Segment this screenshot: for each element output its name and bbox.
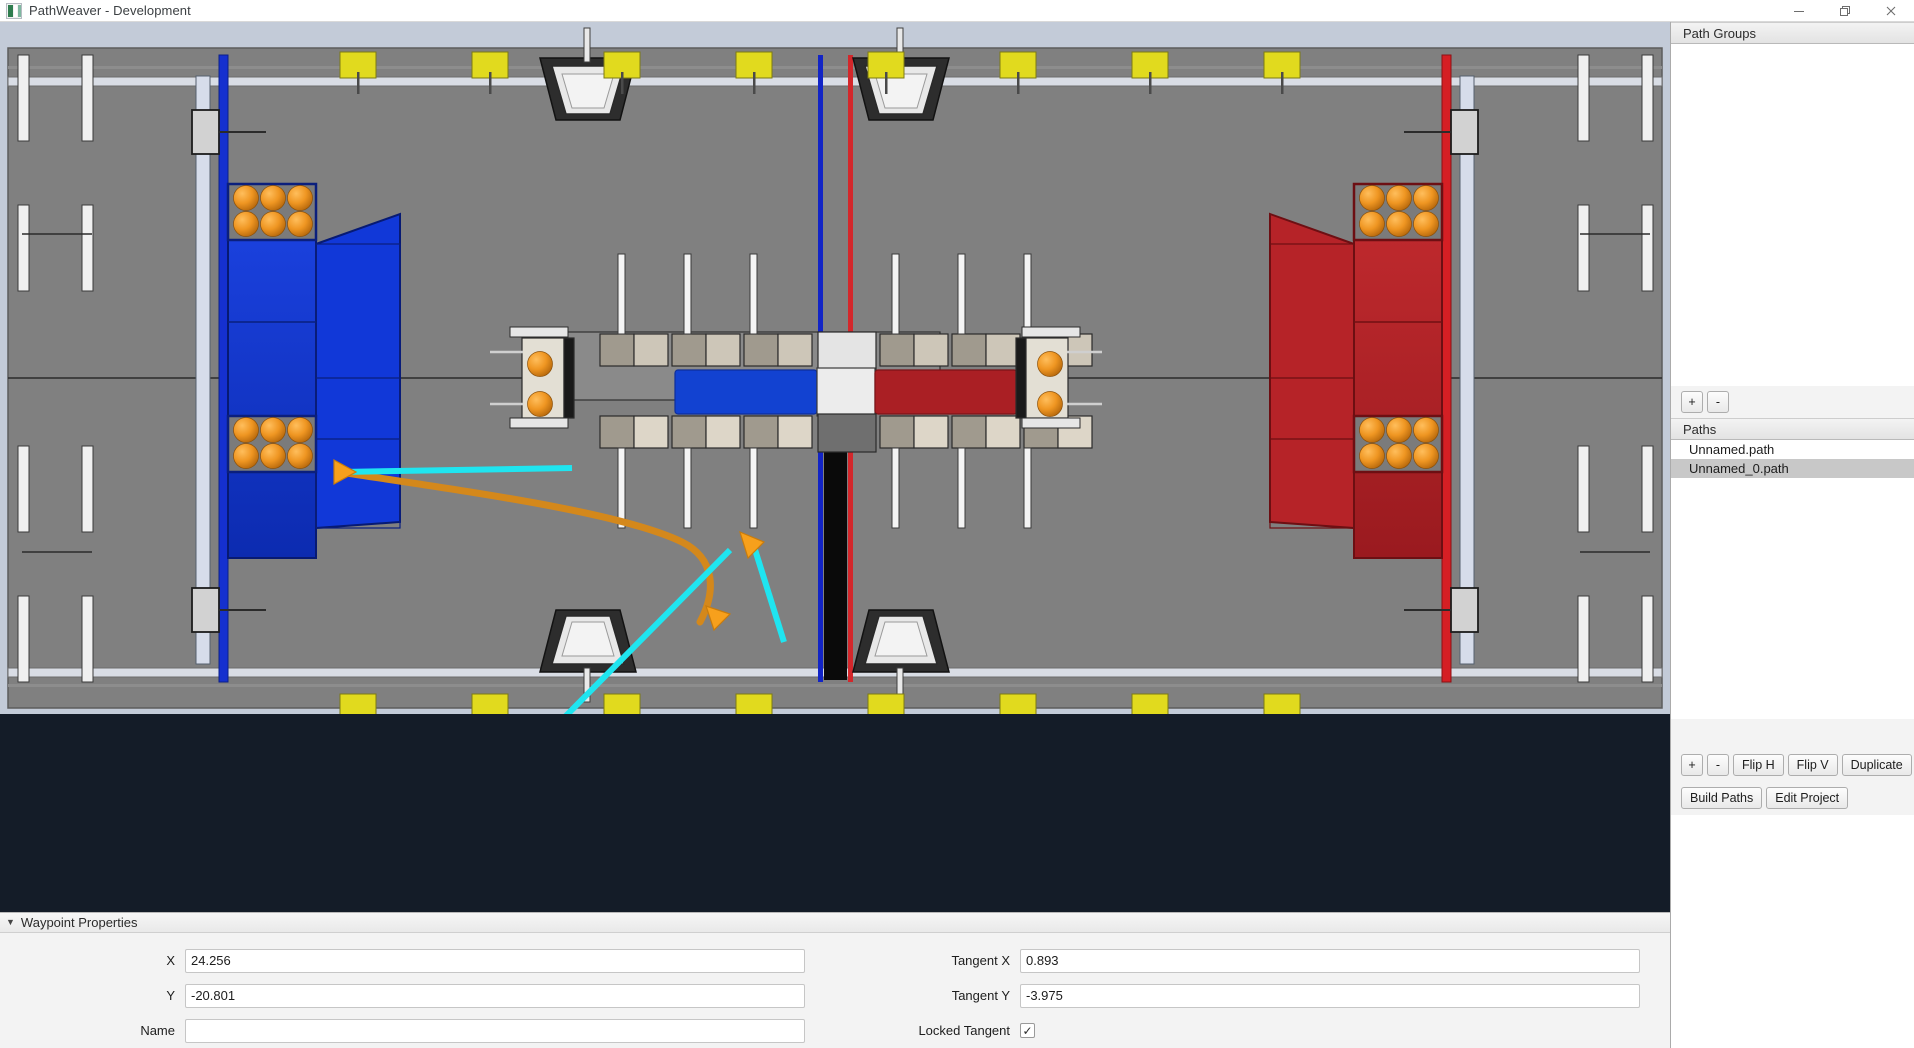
path-groups-list[interactable] (1671, 45, 1914, 386)
tangent-y-input[interactable] (1020, 984, 1640, 1008)
tangent-x-label: Tangent X (835, 953, 1020, 968)
maximize-restore-icon[interactable] (1822, 0, 1868, 22)
y-field-row: Y (0, 981, 835, 1010)
waypoint-properties-right-column: Tangent X Tangent Y Locked Tangent ✓ (835, 934, 1670, 1048)
waypoint-properties-titlebar[interactable]: ▼ Waypoint Properties (0, 913, 1670, 933)
x-label: X (0, 953, 185, 968)
list-item[interactable]: Unnamed.path (1671, 440, 1914, 459)
window-titlebar: PathWeaver - Development (0, 0, 1914, 22)
field-view-pane[interactable] (0, 22, 1670, 912)
path-groups-header: Path Groups (1671, 22, 1914, 44)
tangent-y-label: Tangent Y (835, 988, 1020, 1003)
app-icon (6, 3, 22, 19)
remove-path-group-button[interactable]: - (1707, 391, 1729, 413)
tangent-x-field-row: Tangent X (835, 946, 1670, 975)
y-input[interactable] (185, 984, 805, 1008)
field-canvas[interactable] (0, 22, 1670, 714)
locked-tangent-checkbox[interactable]: ✓ (1020, 1023, 1035, 1038)
locked-tangent-row: Locked Tangent ✓ (835, 1016, 1670, 1045)
paths-header: Paths (1671, 418, 1914, 440)
x-input[interactable] (185, 949, 805, 973)
waypoint-properties-title: Waypoint Properties (21, 913, 138, 933)
collapse-caret-icon[interactable]: ▼ (6, 918, 15, 927)
add-path-button[interactable]: + (1681, 754, 1703, 776)
y-label: Y (0, 988, 185, 1003)
window-title: PathWeaver - Development (29, 3, 191, 18)
remove-path-button[interactable]: - (1707, 754, 1729, 776)
paths-toolbar: + - Flip H Flip V Duplicate (1671, 748, 1914, 781)
name-input[interactable] (185, 1019, 805, 1043)
field-graphic (0, 22, 1670, 714)
waypoint-properties-left-column: X Y Name (0, 934, 835, 1048)
waypoint-properties-panel: ▼ Waypoint Properties X Y Name Tangent X (0, 912, 1670, 1048)
locked-tangent-label: Locked Tangent (835, 1023, 1020, 1038)
tangent-x-input[interactable] (1020, 949, 1640, 973)
dock-filler (1671, 815, 1914, 1048)
tangent-y-field-row: Tangent Y (835, 981, 1670, 1010)
build-paths-button[interactable]: Build Paths (1681, 787, 1762, 809)
name-field-row: Name (0, 1016, 835, 1045)
flip-h-button[interactable]: Flip H (1733, 754, 1784, 776)
edit-project-button[interactable]: Edit Project (1766, 787, 1848, 809)
minimize-icon[interactable] (1776, 0, 1822, 22)
waypoint-properties-form: X Y Name Tangent X Tangent Y Locke (0, 934, 1670, 1048)
add-path-group-button[interactable]: + (1681, 391, 1703, 413)
project-toolbar: Build Paths Edit Project (1671, 781, 1914, 815)
duplicate-button[interactable]: Duplicate (1842, 754, 1912, 776)
dock-spacer (1671, 719, 1914, 748)
paths-list[interactable]: Unnamed.path Unnamed_0.path (1671, 440, 1914, 719)
list-item[interactable]: Unnamed_0.path (1671, 459, 1914, 478)
close-icon[interactable] (1868, 0, 1914, 22)
x-field-row: X (0, 946, 835, 975)
right-dock: Path Groups + - Paths Unnamed.path Unnam… (1670, 22, 1914, 1048)
path-groups-toolbar: + - (1671, 386, 1914, 418)
window-controls (1776, 0, 1914, 22)
name-label: Name (0, 1023, 185, 1038)
flip-v-button[interactable]: Flip V (1788, 754, 1838, 776)
